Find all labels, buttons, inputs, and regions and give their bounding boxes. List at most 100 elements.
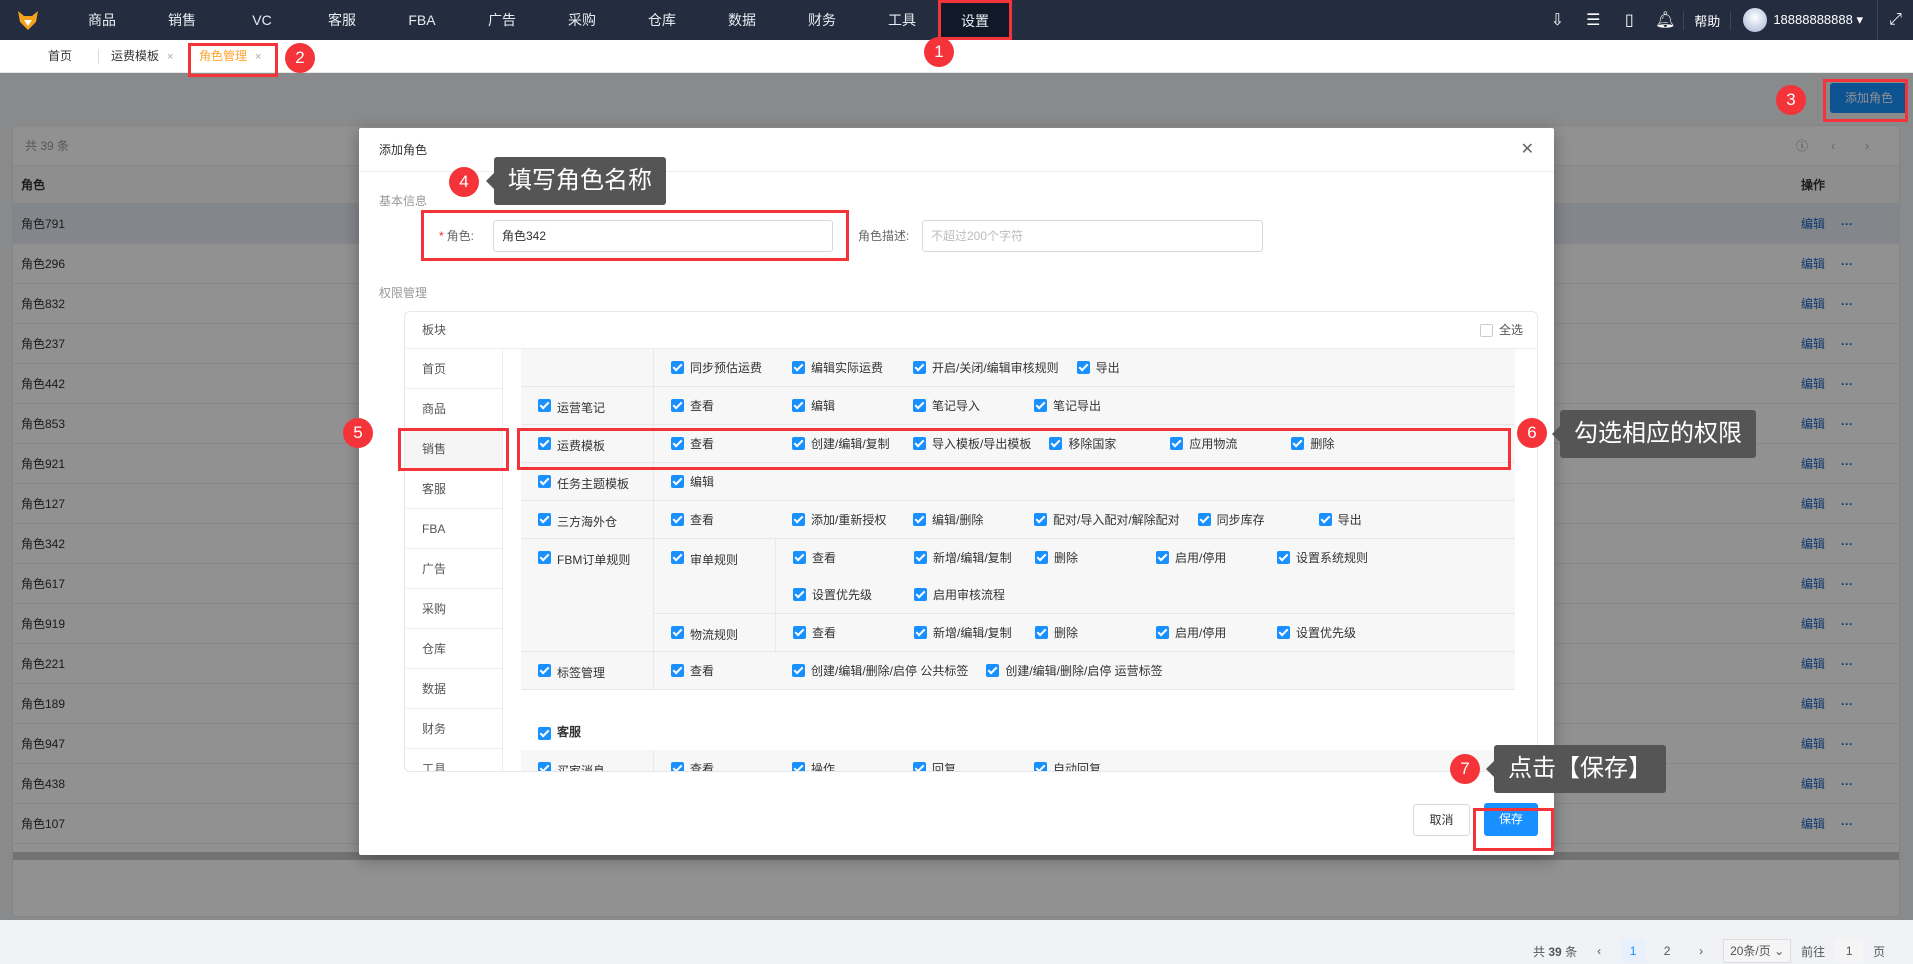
checkbox-checked-icon[interactable] <box>1034 513 1047 526</box>
group-name[interactable]: 运营笔记 <box>521 387 654 424</box>
checkbox-checked-icon[interactable] <box>538 551 551 564</box>
checkbox-checked-icon[interactable] <box>913 762 926 771</box>
checkbox-checked-icon[interactable] <box>1035 551 1048 564</box>
checkbox-checked-icon[interactable] <box>671 762 684 771</box>
permission-checkbox[interactable]: 查看 <box>671 652 792 689</box>
permission-checkbox[interactable]: 导出 <box>1076 349 1198 386</box>
avatar[interactable] <box>1743 8 1768 32</box>
checkbox-checked-icon[interactable] <box>1277 551 1290 564</box>
nav-item[interactable]: 数据 <box>712 0 772 40</box>
nav-item[interactable]: 广告 <box>472 0 532 40</box>
permission-checkbox[interactable]: 同步库存 <box>1197 501 1319 538</box>
checkbox-checked-icon[interactable] <box>914 626 927 639</box>
section-checkbox-kefu[interactable]: 客服 <box>521 690 1515 750</box>
nav-item[interactable]: 工具 <box>872 0 932 40</box>
checkbox-checked-icon[interactable] <box>671 626 684 639</box>
module-item[interactable]: 仓库 <box>405 629 502 669</box>
close-icon[interactable]: ✕ <box>1521 128 1534 172</box>
pager-page-2[interactable]: 2 <box>1655 939 1679 963</box>
module-item[interactable]: 商品 <box>405 389 502 429</box>
checkbox-checked-icon[interactable] <box>671 475 684 488</box>
module-item[interactable]: 客服 <box>405 469 502 509</box>
checkbox-checked-icon[interactable] <box>671 551 684 564</box>
checkbox-checked-icon[interactable] <box>538 399 551 412</box>
task-list-icon[interactable]: ☰ <box>1575 0 1611 40</box>
permission-checkbox[interactable]: 设置优先级 <box>793 576 914 613</box>
checkbox-checked-icon[interactable] <box>671 513 684 526</box>
permission-checkbox[interactable]: 编辑实际运费 <box>792 349 913 386</box>
nav-item[interactable]: VC <box>232 0 292 40</box>
permission-checkbox[interactable]: 查看 <box>793 539 914 576</box>
permission-checkbox[interactable]: 配对/导入配对/解除配对 <box>1034 501 1198 538</box>
checkbox-checked-icon[interactable] <box>1318 513 1332 526</box>
close-icon[interactable]: × <box>167 51 173 63</box>
checkbox-checked-icon[interactable] <box>793 588 806 601</box>
tab-shipping-template[interactable]: 运费模板 × <box>111 40 173 73</box>
permission-checkbox[interactable]: 同步预估运费 <box>671 349 792 386</box>
checkbox-checked-icon[interactable] <box>913 513 926 526</box>
download-icon[interactable]: ⇩ <box>1539 0 1575 40</box>
checkbox-checked-icon[interactable] <box>792 664 805 677</box>
checkbox-checked-icon[interactable] <box>1035 626 1048 639</box>
checkbox-checked-icon[interactable] <box>792 361 805 374</box>
permission-checkbox[interactable]: 启用/停用 <box>1156 539 1277 576</box>
fox-logo-icon[interactable] <box>16 8 40 32</box>
permission-checkbox[interactable]: 操作 <box>792 750 913 771</box>
nav-item[interactable]: 销售 <box>152 0 212 40</box>
page-size-select[interactable]: 20条/页 ⌄ <box>1723 939 1792 963</box>
nav-item[interactable]: 客服 <box>312 0 372 40</box>
nav-item[interactable]: 财务 <box>792 0 852 40</box>
permission-checkbox[interactable]: 设置优先级 <box>1277 614 1398 651</box>
checkbox-checked-icon[interactable] <box>792 513 805 526</box>
permission-checkbox[interactable]: 新增/编辑/复制 <box>914 614 1035 651</box>
tab-home[interactable]: 首页 <box>48 40 72 73</box>
pager-prev[interactable]: ‹ <box>1587 939 1611 963</box>
pager-next[interactable]: › <box>1689 939 1713 963</box>
module-item[interactable]: 采购 <box>405 589 502 629</box>
permission-checkbox[interactable]: 查看 <box>671 750 792 771</box>
checkbox-checked-icon[interactable] <box>538 475 551 488</box>
group-name[interactable]: FBM订单规则 <box>521 539 654 651</box>
checkbox-checked-icon[interactable] <box>671 399 684 412</box>
checkbox-checked-icon[interactable] <box>986 664 1000 677</box>
checkbox-checked-icon[interactable] <box>538 513 551 526</box>
checkbox-checked-icon[interactable] <box>1197 513 1211 526</box>
permission-checkbox[interactable]: 创建/编辑/删除/启停 运营标签 <box>986 652 1180 689</box>
nav-item[interactable]: 仓库 <box>632 0 692 40</box>
checkbox-checked-icon[interactable] <box>1076 361 1090 374</box>
group-name[interactable]: 三方海外仓 <box>521 501 654 538</box>
select-all-checkbox[interactable]: 全选 <box>1479 312 1523 349</box>
checkbox-checked-icon[interactable] <box>914 551 927 564</box>
permission-checkbox[interactable]: 查看 <box>793 614 914 651</box>
permission-checkbox[interactable]: 启用/停用 <box>1156 614 1277 651</box>
permission-checkbox[interactable]: 创建/编辑/删除/启停 公共标签 <box>792 652 986 689</box>
permission-checkbox[interactable]: 设置系统规则 <box>1277 539 1398 576</box>
module-item[interactable]: 广告 <box>405 549 502 589</box>
subgroup-name[interactable]: 物流规则 <box>654 614 776 651</box>
permission-checkbox[interactable]: 开启/关闭/编辑审核规则 <box>913 349 1077 386</box>
cancel-button[interactable]: 取消 <box>1413 804 1470 836</box>
checkbox-checked-icon[interactable] <box>792 762 805 771</box>
checkbox-checked-icon[interactable] <box>914 588 927 601</box>
mobile-icon[interactable]: ▯ <box>1611 0 1647 40</box>
subgroup-name[interactable]: 审单规则 <box>654 539 776 613</box>
checkbox-checked-icon[interactable] <box>538 664 551 677</box>
permission-checkbox[interactable]: 查看 <box>671 501 792 538</box>
permission-checkbox[interactable]: 笔记导出 <box>1034 387 1155 424</box>
nav-item[interactable]: FBA <box>392 0 452 40</box>
checkbox-checked-icon[interactable] <box>538 727 551 740</box>
permission-checkbox[interactable]: 添加/重新授权 <box>792 501 913 538</box>
checkbox-checked-icon[interactable] <box>1034 399 1047 412</box>
permission-checkbox[interactable]: 自动回复 <box>1034 750 1155 771</box>
checkbox-checked-icon[interactable] <box>793 626 806 639</box>
user-menu[interactable]: 18888888888 ▾ <box>1773 12 1863 28</box>
module-item[interactable]: 首页 <box>405 349 502 389</box>
permission-checkbox[interactable]: 新增/编辑/复制 <box>914 539 1035 576</box>
goto-input[interactable]: 1 <box>1835 939 1864 963</box>
checkbox-checked-icon[interactable] <box>792 399 805 412</box>
group-name[interactable]: 买家消息 <box>521 750 654 771</box>
checkbox-checked-icon[interactable] <box>913 399 926 412</box>
permission-checkbox[interactable]: 启用审核流程 <box>914 576 1035 613</box>
permission-checkbox[interactable]: 编辑/删除 <box>913 501 1034 538</box>
checkbox-checked-icon[interactable] <box>671 361 684 374</box>
